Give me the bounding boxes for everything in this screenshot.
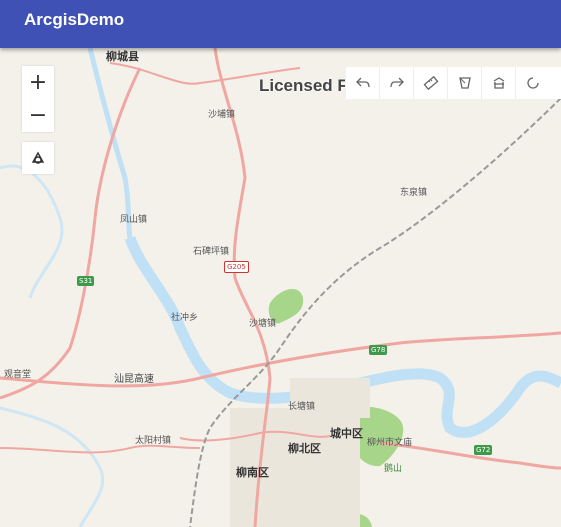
map-label-changtang: 长塘镇 [288,402,316,412]
zoom-control: + − [22,66,54,132]
license-watermark: Licensed F [259,76,345,95]
measure-button[interactable] [414,67,448,99]
redo-icon [389,77,404,88]
polygon-icon [458,77,471,89]
map-basemap [0,48,561,527]
map-label-shatang: 沙塘镇 [249,319,277,329]
road-s31 [0,67,142,400]
road-shield-g205: G205 [224,261,249,273]
creek-bottom [0,406,105,527]
map-label-chengzhong: 城中区 [330,427,363,440]
zoom-out-button[interactable]: − [22,99,54,132]
map-label-fengshan: 凤山镇 [120,215,148,225]
map-label-park: 鹅山 [384,464,403,474]
road-shield-g78: G78 [369,345,388,355]
road-shield-g72: G72 [474,445,493,455]
map-label-shechong: 社冲乡 [171,313,199,323]
map-toolbar [346,67,561,99]
refresh-button[interactable] [516,67,549,99]
map-label-shantao: 汕昆高速 [114,374,154,385]
map-label-liunan: 柳南区 [236,466,269,479]
map-label-taiyangcun: 太阳村镇 [135,436,172,446]
undo-icon [355,77,370,88]
map-label-liucheng: 柳城县 [106,50,139,63]
compass-button[interactable] [22,142,54,174]
map-label-dongquan: 东泉镇 [400,188,428,198]
basemap-button[interactable] [482,67,516,99]
map-label-shabu: 沙埔镇 [208,110,236,120]
basemap-icon [493,77,504,89]
zoom-in-button[interactable]: + [22,66,54,99]
redo-button[interactable] [380,67,414,99]
app-title: ArcgisDemo [24,10,125,29]
compass-icon [31,151,45,164]
measure-icon [423,75,438,91]
map-view[interactable]: 柳城县 沙埔镇 东泉镇 凤山镇 石碑坪镇 社冲乡 沙塘镇 观音堂 汕昆高速 长塘… [0,48,561,527]
refresh-icon [526,77,539,89]
creek-left [0,164,64,299]
app-bar: ArcgisDemo [0,0,561,48]
road-bottom-left [0,444,201,454]
map-label-guanyintang: 观音堂 [4,370,32,380]
road-shantao [0,331,561,388]
polygon-button[interactable] [448,67,482,99]
undo-button[interactable] [346,67,380,99]
road-shield-s31: S31 [77,276,95,286]
map-label-liubei: 柳北区 [288,442,321,455]
map-label-wenmiao: 柳州市文庙 [367,438,413,448]
map-label-shibeiping: 石碑坪镇 [193,247,230,257]
